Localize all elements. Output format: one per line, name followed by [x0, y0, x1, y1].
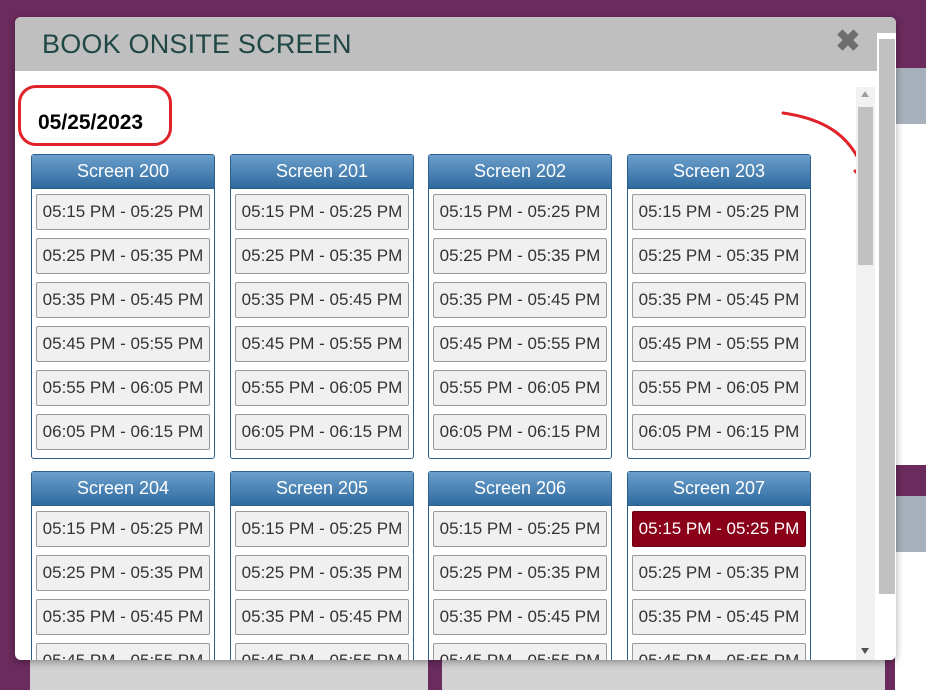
time-slot-button[interactable]: 05:25 PM - 05:35 PM	[632, 238, 806, 274]
time-slot-button[interactable]: 05:45 PM - 05:55 PM	[235, 326, 409, 362]
time-slot-button[interactable]: 05:35 PM - 05:45 PM	[632, 282, 806, 318]
time-slot-button[interactable]: 05:55 PM - 06:05 PM	[36, 370, 210, 406]
time-slot-button[interactable]: 05:15 PM - 05:25 PM	[433, 194, 607, 230]
inner-scrollbar[interactable]	[856, 87, 875, 660]
time-slot-button[interactable]: 06:05 PM - 06:15 PM	[433, 414, 607, 450]
time-slot-button[interactable]: 05:35 PM - 05:45 PM	[433, 599, 607, 635]
time-slot-button[interactable]: 05:25 PM - 05:35 PM	[36, 238, 210, 274]
outer-scrollbar[interactable]	[877, 33, 896, 660]
close-icon[interactable]: ✖	[835, 27, 861, 57]
scroll-up-icon[interactable]	[861, 91, 869, 97]
time-slot-button[interactable]: 05:35 PM - 05:45 PM	[433, 282, 607, 318]
time-slot-button[interactable]: 05:25 PM - 05:35 PM	[36, 555, 210, 591]
time-slot-button[interactable]: 05:25 PM - 05:35 PM	[235, 238, 409, 274]
time-slot-button[interactable]: 05:35 PM - 05:45 PM	[235, 599, 409, 635]
time-slot-button-selected[interactable]: 05:15 PM - 05:25 PM	[632, 511, 806, 547]
time-slot-button[interactable]: 05:25 PM - 05:35 PM	[632, 555, 806, 591]
screen-card: Screen 202 05:15 PM - 05:25 PM 05:25 PM - …	[428, 154, 612, 459]
time-slot-button[interactable]: 05:55 PM - 06:05 PM	[632, 370, 806, 406]
scroll-down-icon[interactable]	[861, 648, 869, 654]
background-panel-left	[30, 660, 428, 690]
screen-card: Screen 205 05:15 PM - 05:25 PM 05:25 PM - …	[230, 471, 414, 660]
outer-scrollbar-thumb[interactable]	[879, 39, 895, 594]
inner-scrollbar-thumb[interactable]	[858, 107, 873, 265]
time-slot-button[interactable]: 05:25 PM - 05:35 PM	[433, 238, 607, 274]
time-slot-button[interactable]: 05:45 PM - 05:55 PM	[632, 643, 806, 660]
screen-header: Screen 202	[429, 155, 611, 189]
screen-card: Screen 204 05:15 PM - 05:25 PM 05:25 PM - …	[31, 471, 215, 660]
screen-card: Screen 200 05:15 PM - 05:25 PM 05:25 PM - …	[31, 154, 215, 459]
time-slot-button[interactable]: 06:05 PM - 06:15 PM	[235, 414, 409, 450]
booking-date: 05/25/2023	[38, 111, 144, 134]
background-panel-right	[442, 660, 885, 690]
time-slot-button[interactable]: 06:05 PM - 06:15 PM	[36, 414, 210, 450]
time-slot-button[interactable]: 05:35 PM - 05:45 PM	[235, 282, 409, 318]
time-slot-button[interactable]: 05:15 PM - 05:25 PM	[235, 511, 409, 547]
screen-card: Screen 206 05:15 PM - 05:25 PM 05:25 PM - …	[428, 471, 612, 660]
time-slot-button[interactable]: 05:45 PM - 05:55 PM	[433, 326, 607, 362]
time-slot-button[interactable]: 05:55 PM - 06:05 PM	[433, 370, 607, 406]
time-slot-button[interactable]: 05:35 PM - 05:45 PM	[36, 282, 210, 318]
time-slot-button[interactable]: 05:45 PM - 05:55 PM	[36, 643, 210, 660]
modal-content: 05/25/2023 Screen 200 05:15 PM - 05:25 PM…	[15, 71, 875, 660]
screen-card: Screen 207 05:15 PM - 05:25 PM 05:25 PM - …	[627, 471, 811, 660]
time-slot-button[interactable]: 05:45 PM - 05:55 PM	[433, 643, 607, 660]
time-slot-button[interactable]: 05:15 PM - 05:25 PM	[36, 194, 210, 230]
background-card-top	[895, 68, 926, 465]
screen-header: Screen 205	[231, 472, 413, 506]
time-slot-button[interactable]: 05:45 PM - 05:55 PM	[36, 326, 210, 362]
screen-header: Screen 200	[32, 155, 214, 189]
screen-header: Screen 207	[628, 472, 810, 506]
time-slot-button[interactable]: 05:45 PM - 05:55 PM	[632, 326, 806, 362]
time-slot-button[interactable]: 05:35 PM - 05:45 PM	[632, 599, 806, 635]
time-slot-button[interactable]: 05:15 PM - 05:25 PM	[433, 511, 607, 547]
screen-header: Screen 204	[32, 472, 214, 506]
time-slot-button[interactable]: 05:25 PM - 05:35 PM	[433, 555, 607, 591]
book-onsite-modal: BOOK ONSITE SCREEN ✖ 05/25/2023 Screen 2…	[15, 17, 896, 660]
time-slot-button[interactable]: 06:05 PM - 06:15 PM	[632, 414, 806, 450]
screen-header: Screen 201	[231, 155, 413, 189]
modal-title: BOOK ONSITE SCREEN	[42, 29, 352, 59]
screen-card: Screen 201 05:15 PM - 05:25 PM 05:25 PM - …	[230, 154, 414, 459]
time-slot-button[interactable]: 05:35 PM - 05:45 PM	[36, 599, 210, 635]
time-slot-button[interactable]: 05:25 PM - 05:35 PM	[235, 555, 409, 591]
screen-header: Screen 206	[429, 472, 611, 506]
modal-header: BOOK ONSITE SCREEN ✖	[15, 17, 896, 71]
time-slot-button[interactable]: 05:45 PM - 05:55 PM	[235, 643, 409, 660]
background-card-bottom	[895, 496, 926, 690]
time-slot-button[interactable]: 05:55 PM - 06:05 PM	[235, 370, 409, 406]
time-slot-button[interactable]: 05:15 PM - 05:25 PM	[235, 194, 409, 230]
time-slot-button[interactable]: 05:15 PM - 05:25 PM	[36, 511, 210, 547]
